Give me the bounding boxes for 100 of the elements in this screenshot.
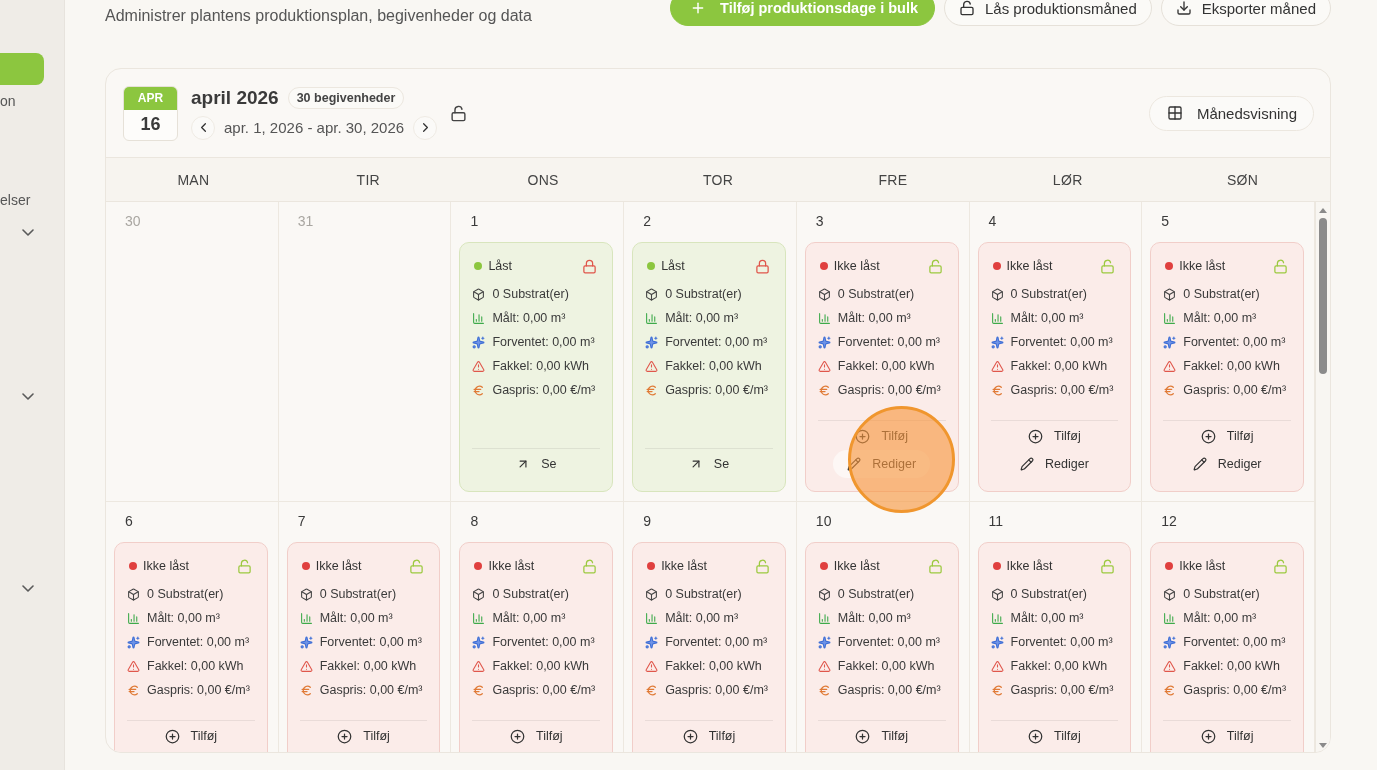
add-button[interactable]: Tilføj [1014,422,1095,450]
add-button[interactable]: Tilføj [1014,722,1095,750]
metric-text: Gaspris: 0,00 €/m³ [1010,683,1114,697]
bar-chart-icon [472,311,486,325]
add-button[interactable]: Tilføj [668,722,750,750]
status-label: Ikke låst [833,259,881,273]
weekday-label: ONS [527,171,559,188]
page-subtitle: Administrer plantens produktionsplan, begivenheder og data [105,6,532,26]
euro-icon [1163,683,1177,697]
plus-circle-icon [1200,428,1216,444]
status-dot [647,562,656,570]
weekday-label: TIR [356,171,380,188]
metric-text: Målt: 0,00 m³ [147,611,220,625]
metric-text: Forventet: 0,00 m³ [837,335,940,349]
euro-icon [990,683,1004,697]
metric-text: Fakkel: 0,00 kWh [492,359,589,373]
lock-month-button[interactable]: Lås produktionsmåned [944,0,1152,26]
chevron-down-icon[interactable] [22,392,34,400]
status-label: Låst [661,259,686,273]
plus-circle-icon [1200,728,1216,744]
cube-icon [1163,287,1177,301]
plus-circle-icon [855,728,871,744]
day-number: 3 [815,212,824,230]
scrollbar-thumb[interactable] [1319,218,1327,374]
unlocked-lock-icon [959,0,975,16]
metric-text: Målt: 0,00 m³ [319,611,393,625]
day-number: 5 [1161,212,1170,230]
plus-circle-icon [509,728,525,744]
sparkles-icon [645,635,659,649]
view-button[interactable]: Se [674,450,744,478]
warning-icon [817,659,831,673]
export-button[interactable]: Eksporter måned [1160,0,1331,26]
euro-icon [127,683,140,697]
metric-text: Målt: 0,00 m³ [665,311,739,325]
sparkles-icon [472,335,486,349]
nav-link[interactable]: on [0,85,16,117]
view-button[interactable]: Se [502,450,571,478]
plus-circle-icon [855,428,871,444]
bar-chart-icon [472,611,486,625]
edit-button[interactable]: Rediger [1178,450,1276,478]
status-label: Ikke låst [143,559,190,573]
metric-text: Fakkel: 0,00 kWh [837,359,935,373]
sparkles-icon [1163,635,1177,649]
add-button[interactable]: Tilføj [495,722,577,750]
metric-text: Fakkel: 0,00 kWh [147,659,244,673]
add-button[interactable]: Tilføj [150,722,232,750]
warning-icon [472,659,486,673]
bar-chart-icon [645,311,659,325]
metric-text: 0 Substrat(er) [665,587,742,601]
month-view-button[interactable]: Månedsvisning [1148,95,1314,131]
metric-text: 0 Substrat(er) [837,287,915,301]
metric-text: 0 Substrat(er) [1183,287,1260,301]
weekday-label: LØR [1052,171,1083,188]
sparkles-icon [817,635,831,649]
unlocked-lock-icon [1100,258,1116,274]
add-button[interactable]: Tilføj [841,722,922,750]
day-number: 12 [1161,512,1177,530]
next-month-button[interactable] [413,115,438,140]
bar-chart-icon [299,611,313,625]
metric-text: 0 Substrat(er) [665,287,742,301]
chevron-down-icon[interactable] [22,228,34,236]
scroll-down-arrow-icon [1319,743,1327,748]
previous-month-button[interactable] [191,115,215,140]
metric-text: Gaspris: 0,00 €/m³ [1183,383,1287,397]
metric-text: Gaspris: 0,00 €/m³ [492,383,596,397]
unlocked-lock-icon [927,558,943,574]
sparkles-icon [645,335,659,349]
scrollbar[interactable] [1315,202,1330,752]
day-number: 30 [125,212,141,230]
cube-icon [299,587,313,601]
nav-link[interactable]: elser [0,184,31,216]
sparkles-icon [299,635,313,649]
metric-text: Målt: 0,00 m³ [1183,611,1257,625]
metric-text: Forventet: 0,00 m³ [837,635,940,649]
status-dot [819,562,828,570]
unlocked-lock-icon [1100,558,1116,574]
metric-text: 0 Substrat(er) [147,587,224,601]
event-count-badge: 30 begivenheder [287,86,405,109]
download-icon [1175,0,1192,16]
unlocked-lock-icon [582,558,598,574]
add-button[interactable]: Tilføj [1186,722,1268,750]
bar-chart-icon [990,311,1004,325]
add-button[interactable]: Tilføj [1186,422,1268,450]
unlocked-lock-icon [409,558,425,574]
status-dot [1165,562,1174,570]
metric-text: Målt: 0,00 m³ [837,311,911,325]
day-number: 4 [988,212,997,230]
edit-button[interactable]: Rediger [1006,450,1103,478]
day-number: 8 [470,512,479,530]
metric-text: Gaspris: 0,00 €/m³ [665,683,768,697]
status-dot [301,562,310,570]
metric-text: Fakkel: 0,00 kWh [319,659,417,673]
metric-text: Gaspris: 0,00 €/m³ [665,383,768,397]
sparkles-icon [990,335,1004,349]
add-button[interactable]: Tilføj [323,722,404,750]
status-label: Ikke låst [1006,559,1054,573]
chevron-down-icon[interactable] [22,584,34,592]
bar-chart-icon [817,611,831,625]
metric-text: Gaspris: 0,00 €/m³ [1010,383,1114,397]
metric-text: Forventet: 0,00 m³ [1010,635,1113,649]
